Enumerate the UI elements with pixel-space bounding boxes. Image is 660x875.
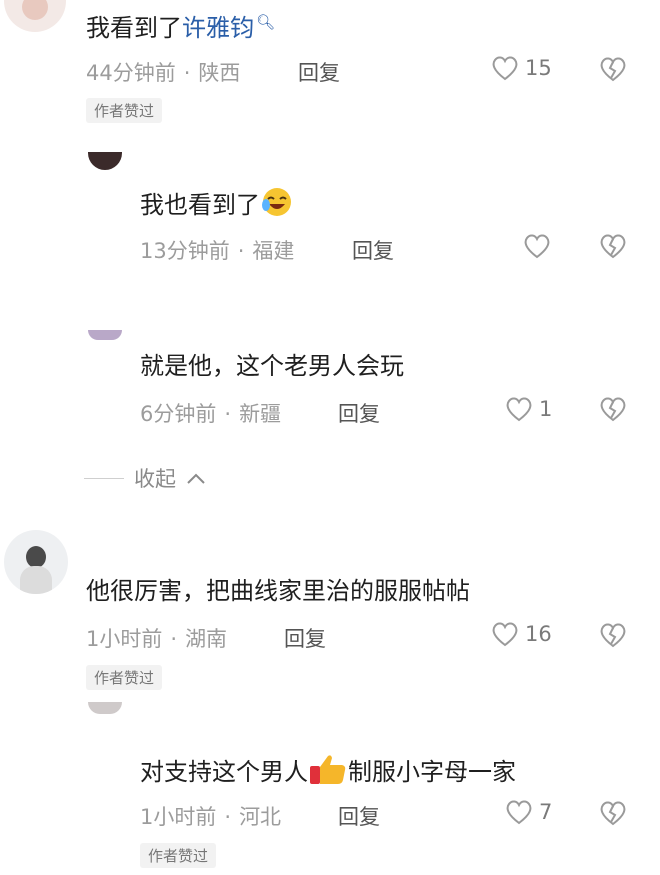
search-icon[interactable]: 🔍︎ [256,13,275,31]
comment-meta: 1小时前 · 湖南 [86,627,228,651]
dislike-button[interactable] [599,800,627,830]
like-button[interactable]: 15 [491,55,552,81]
broken-heart-icon [599,623,627,652]
dislike-button[interactable] [599,233,627,263]
reply-button[interactable]: 回复 [298,57,340,87]
collapse-label: 收起 [134,467,176,491]
heart-icon [491,621,519,647]
comment-time: 6分钟前 [140,402,217,426]
avatar[interactable] [4,530,68,594]
heart-icon [505,799,533,825]
comment-time: 1小时前 [140,805,217,829]
broken-heart-icon [599,234,627,263]
comment-meta: 13分钟前 · 福建 [140,239,295,263]
comment-text: 我看到了许雅钧 🔍︎ [86,13,276,42]
comment-meta: 6分钟前 · 新疆 [140,402,282,426]
chevron-up-icon [186,466,206,490]
comment-location: 陕西 [198,61,241,85]
like-button[interactable] [523,233,557,259]
comment-time: 1小时前 [86,627,163,651]
heart-icon [523,233,551,259]
broken-heart-icon [599,397,627,426]
author-liked-badge: 作者赞过 [140,843,217,868]
comment-text: 对支持这个男人 制服小字母一家 [140,752,516,794]
like-button[interactable]: 1 [505,396,552,422]
reply-button[interactable]: 回复 [338,801,380,831]
like-button[interactable]: 7 [505,799,552,825]
dislike-button[interactable] [599,622,627,652]
broken-heart-icon [599,801,627,830]
thumbs-up-emoji [308,752,348,794]
mention-link[interactable]: 许雅钧 [182,14,254,42]
divider [84,477,124,479]
avatar[interactable] [88,702,122,714]
avatar[interactable] [88,330,122,340]
dislike-button[interactable] [599,396,627,426]
comment-location: 福建 [252,239,295,263]
reply-button[interactable]: 回复 [338,398,380,428]
reply-button[interactable]: 回复 [284,623,326,653]
comment-text: 我也看到了 [140,186,294,226]
dislike-button[interactable] [599,56,627,86]
heart-icon [505,396,533,422]
like-count: 7 [539,800,553,824]
like-count: 1 [539,397,553,421]
comment-meta: 1小时前 · 河北 [140,805,282,829]
comment-time: 44分钟前 [86,61,176,85]
author-liked-badge: 作者赞过 [86,665,163,690]
comment-text: 他很厉害，把曲线家里治的服服帖帖 [86,577,470,605]
comment-text: 就是他，这个老男人会玩 [140,352,404,380]
broken-heart-icon [599,57,627,86]
like-count: 16 [525,622,552,646]
avatar[interactable] [88,152,122,170]
author-liked-badge: 作者赞过 [86,98,163,123]
heart-icon [491,55,519,81]
laughing-tears-emoji [260,186,294,226]
reply-button[interactable]: 回复 [352,235,394,265]
avatar[interactable] [4,0,66,32]
comment-meta: 44分钟前 · 陕西 [86,61,241,85]
comment-location: 新疆 [239,402,282,426]
comment-location: 河北 [239,805,282,829]
like-button[interactable]: 16 [491,621,552,647]
comment-time: 13分钟前 [140,239,230,263]
collapse-replies-button[interactable]: 收起 [84,463,206,493]
comment-location: 湖南 [185,627,228,651]
like-count: 15 [525,56,552,80]
